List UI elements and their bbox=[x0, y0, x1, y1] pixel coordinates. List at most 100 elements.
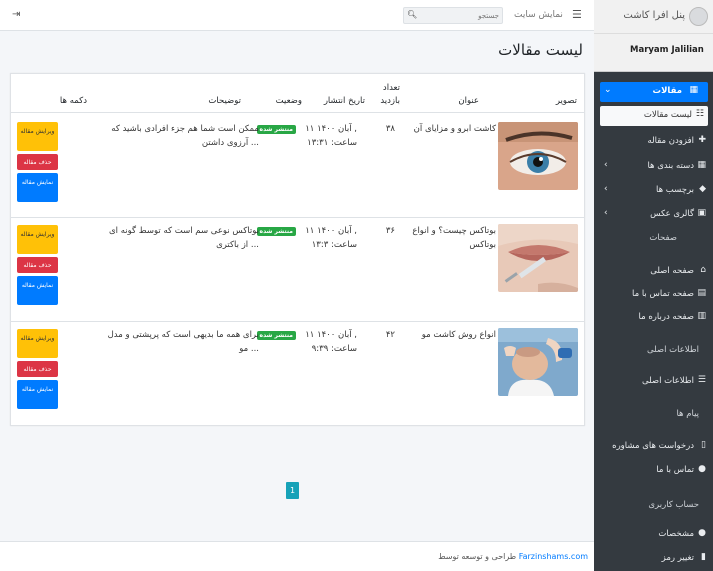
search-icon[interactable]: 🔍︎ bbox=[407, 10, 417, 19]
sidebar-item-label: تغییر رمز bbox=[661, 553, 694, 563]
footer-credit-text: طراحی و توسعه توسط bbox=[438, 552, 517, 561]
bars-icon[interactable]: ☰ bbox=[572, 8, 582, 21]
brand[interactable]: پنل افرا کاشت bbox=[594, 0, 713, 34]
footer: طراحی و توسعه توسط Farzinshams.com bbox=[0, 541, 594, 571]
image-icon: ▣ bbox=[697, 208, 706, 218]
sidebar-item-about-page[interactable]: صفحه درباره ما ▥ bbox=[600, 308, 708, 328]
article-description: برای همه ما بدیهی است که پرپشتی و مدل bbox=[107, 330, 259, 340]
article-thumbnail[interactable] bbox=[498, 328, 578, 396]
article-description-2: مو ... bbox=[239, 344, 259, 354]
sidebar-item-label: مقالات bbox=[652, 86, 682, 96]
article-views: ۴۲ bbox=[385, 330, 395, 340]
article-title[interactable]: انواع روش کاشت مو bbox=[422, 328, 496, 342]
sidebar-item-profile[interactable]: مشخصات ● bbox=[600, 525, 708, 545]
sidebar-item-label: صفحه تماس با ما bbox=[631, 289, 694, 299]
column-header-views: تعداد bbox=[382, 83, 400, 93]
edit-article-button[interactable]: ویرایش مقاله bbox=[17, 329, 58, 358]
sidebar-item-tags[interactable]: ‹ برچسب ها ◆ bbox=[600, 181, 708, 201]
sidebar-item-contact-page[interactable]: صفحه تماس با ما ▤ bbox=[600, 285, 708, 305]
sidebar-item-change-password[interactable]: تغییر رمز ▮ bbox=[600, 549, 708, 569]
chevron-left-icon: ‹ bbox=[604, 184, 608, 194]
divider bbox=[11, 112, 584, 113]
article-views: ۳۸ bbox=[385, 124, 395, 134]
comment-icon: ● bbox=[698, 464, 706, 474]
brand-title: پنل افرا کاشت bbox=[623, 10, 685, 21]
view-article-button[interactable]: نمایش مقاله bbox=[17, 276, 58, 305]
user-icon: ● bbox=[698, 528, 706, 538]
article-views: ۳۶ bbox=[385, 226, 395, 236]
user-name[interactable]: Maryam Jalilian bbox=[630, 45, 704, 55]
footer-credit: طراحی و توسعه توسط Farzinshams.com bbox=[435, 552, 588, 561]
column-header-title: عنوان bbox=[458, 96, 479, 106]
footer-link[interactable]: Farzinshams.com bbox=[519, 552, 588, 561]
address-card-icon: ▤ bbox=[697, 288, 706, 298]
sidebar-item-home-page[interactable]: صفحه اصلی ⌂ bbox=[600, 262, 708, 282]
sign-out-icon[interactable]: ⇥ bbox=[12, 9, 20, 20]
column-header-image: تصویر bbox=[555, 96, 577, 106]
article-time: ساعت: ۹:۳۹ bbox=[311, 344, 357, 354]
view-article-button[interactable]: نمایش مقاله bbox=[17, 380, 58, 409]
column-header-description: توضیحات bbox=[208, 96, 241, 106]
sidebar-item-articles[interactable]: ⌄ مقالات ▦ bbox=[600, 82, 708, 102]
article-date: ۱۱ آبان ۱۴۰۰ , bbox=[305, 330, 357, 340]
article-time: ساعت: ۱۳:۳ bbox=[311, 240, 357, 250]
view-article-button[interactable]: نمایش مقاله bbox=[17, 173, 58, 202]
sidebar-item-label: افزودن مقاله bbox=[647, 136, 694, 146]
article-title-2[interactable]: بوتاکس bbox=[469, 238, 496, 252]
articles-table: تصویر عنوان تعداد بازدید تاریخ انتشار وض… bbox=[10, 73, 585, 426]
sidebar-item-main-info[interactable]: اطلاعات اصلی ☰ bbox=[600, 372, 708, 392]
delete-article-button[interactable]: حذف مقاله bbox=[17, 154, 58, 170]
delete-article-button[interactable]: حذف مقاله bbox=[17, 361, 58, 377]
article-title[interactable]: بوتاکس چیست؟ و انواع bbox=[412, 224, 496, 238]
article-title[interactable]: کاشت ابرو و مزایای آن bbox=[414, 122, 496, 136]
article-thumbnail[interactable] bbox=[498, 122, 578, 190]
sidebar-item-consult-requests[interactable]: درخواست های مشاوره ▯ bbox=[600, 437, 708, 457]
delete-article-button[interactable]: حذف مقاله bbox=[17, 257, 58, 273]
sidebar: پنل افرا کاشت Maryam Jalilian ⌄ مقالات ▦… bbox=[594, 0, 713, 571]
brand-logo-icon bbox=[689, 7, 708, 26]
chevron-left-icon: ‹ bbox=[604, 208, 608, 218]
file-icon: ▯ bbox=[701, 440, 706, 450]
sidebar-item-label: تماس با ما bbox=[656, 465, 694, 475]
chevron-down-icon: ⌄ bbox=[604, 85, 612, 95]
edit-article-button[interactable]: ویرایش مقاله bbox=[17, 122, 58, 151]
search-box: 🔍︎ bbox=[403, 7, 503, 24]
building-icon: ▥ bbox=[697, 311, 706, 321]
status-badge: منتشر شده bbox=[256, 125, 296, 134]
section-header-info: اطلاعات اصلی bbox=[646, 345, 699, 355]
article-thumbnail[interactable] bbox=[498, 224, 578, 292]
search-input[interactable] bbox=[419, 9, 499, 22]
view-site-link[interactable]: نمایش سایت bbox=[514, 10, 563, 20]
sidebar-item-add-article[interactable]: افزودن مقاله ✚ bbox=[600, 132, 708, 152]
plus-icon: ✚ bbox=[698, 135, 706, 145]
table-icon: ▦ bbox=[689, 85, 698, 95]
sidebar-item-categories[interactable]: ‹ دسته بندی ها ▦ bbox=[600, 157, 708, 177]
sidebar-item-label: مشخصات bbox=[658, 529, 694, 539]
chevron-left-icon: ‹ bbox=[604, 160, 608, 170]
sidebar-item-gallery[interactable]: ‹ گالری عکس ▣ bbox=[600, 205, 708, 225]
article-description-2: آرزوی داشتن ... bbox=[201, 138, 259, 148]
page-title: لیست مقالات bbox=[498, 41, 583, 59]
sidebar-item-label: گالری عکس bbox=[650, 209, 694, 219]
pagination-page-1[interactable]: 1 bbox=[286, 482, 299, 499]
divider bbox=[11, 217, 584, 218]
article-date: ۱۱ آبان ۱۴۰۰ , bbox=[305, 226, 357, 236]
status-badge: منتشر شده bbox=[256, 227, 296, 236]
sidebar-item-articles-list[interactable]: لیست مقالات ☷ bbox=[600, 106, 708, 126]
lock-icon: ▮ bbox=[701, 552, 706, 562]
article-time: ساعت: ۱۳:۳۱ bbox=[307, 138, 357, 148]
home-icon: ⌂ bbox=[700, 265, 706, 275]
section-header-account: حساب کاربری bbox=[648, 500, 699, 510]
sidebar-item-label: درخواست های مشاوره bbox=[612, 441, 694, 451]
article-description-2: از باکتری ... bbox=[216, 240, 259, 250]
edit-article-button[interactable]: ویرایش مقاله bbox=[17, 225, 58, 254]
database-icon: ☰ bbox=[697, 375, 706, 385]
sidebar-item-label: صفحه درباره ما bbox=[638, 312, 694, 322]
top-navbar: ⇥ 🔍︎ نمایش سایت ☰ bbox=[0, 0, 594, 31]
status-badge: منتشر شده bbox=[256, 331, 296, 340]
column-header-status: وضعیت bbox=[275, 96, 302, 106]
sidebar-item-contact-us[interactable]: تماس با ما ● bbox=[600, 461, 708, 481]
column-header-date: تاریخ انتشار bbox=[323, 96, 365, 106]
sidebar-item-label: صفحه اصلی bbox=[650, 266, 694, 276]
grid-icon: ▦ bbox=[697, 160, 706, 170]
